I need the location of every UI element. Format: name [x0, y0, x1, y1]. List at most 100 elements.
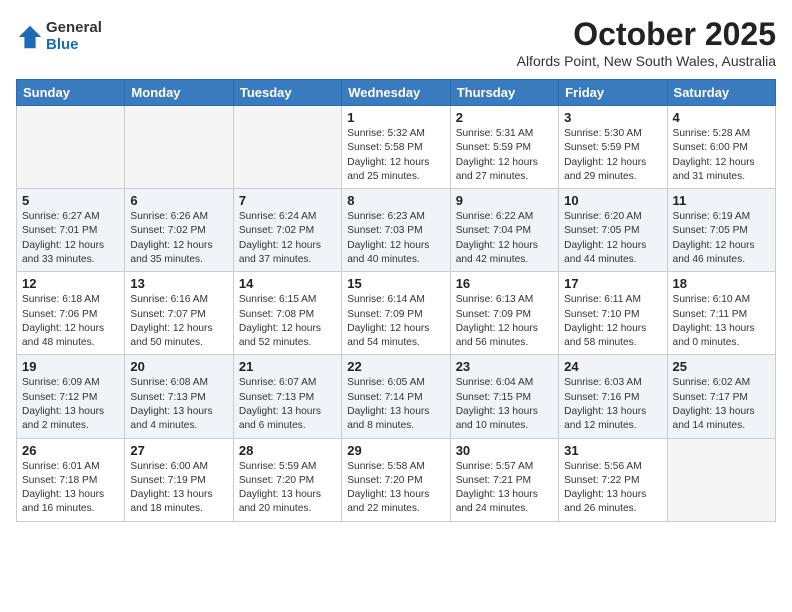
table-row: 31 Sunrise: 5:56 AM Sunset: 7:22 PM Dayli…: [559, 438, 667, 521]
table-row: 4 Sunrise: 5:28 AM Sunset: 6:00 PM Daylig…: [667, 106, 775, 189]
day-info: Sunrise: 6:13 AM Sunset: 7:09 PM Dayligh…: [456, 293, 553, 350]
day-number: 4: [673, 110, 770, 125]
day-number: 17: [564, 276, 661, 291]
day-number: 12: [22, 276, 119, 291]
logo-icon: [16, 23, 44, 51]
day-info: Sunrise: 6:20 AM Sunset: 7:05 PM Dayligh…: [564, 210, 661, 267]
day-number: 1: [347, 110, 444, 125]
day-number: 13: [130, 276, 227, 291]
day-info: Sunrise: 6:11 AM Sunset: 7:10 PM Dayligh…: [564, 293, 661, 350]
header-sunday: Sunday: [17, 80, 125, 106]
header-monday: Monday: [125, 80, 233, 106]
day-number: 15: [347, 276, 444, 291]
location: Alfords Point, New South Wales, Australi…: [517, 53, 776, 69]
day-number: 3: [564, 110, 661, 125]
day-info: Sunrise: 6:14 AM Sunset: 7:09 PM Dayligh…: [347, 293, 444, 350]
page-header: General Blue October 2025 Alfords Point,…: [16, 16, 776, 69]
day-info: Sunrise: 6:15 AM Sunset: 7:08 PM Dayligh…: [239, 293, 336, 350]
day-info: Sunrise: 6:18 AM Sunset: 7:06 PM Dayligh…: [22, 293, 119, 350]
day-number: 10: [564, 193, 661, 208]
calendar-week-row: 1 Sunrise: 5:32 AM Sunset: 5:58 PM Daylig…: [17, 106, 776, 189]
day-number: 23: [456, 359, 553, 374]
table-row: 16 Sunrise: 6:13 AM Sunset: 7:09 PM Dayli…: [450, 272, 558, 355]
month-title: October 2025: [517, 16, 776, 53]
day-number: 30: [456, 443, 553, 458]
table-row: 27 Sunrise: 6:00 AM Sunset: 7:19 PM Dayli…: [125, 438, 233, 521]
table-row: 6 Sunrise: 6:26 AM Sunset: 7:02 PM Daylig…: [125, 189, 233, 272]
logo: General Blue: [16, 20, 102, 53]
day-number: 20: [130, 359, 227, 374]
day-info: Sunrise: 5:58 AM Sunset: 7:20 PM Dayligh…: [347, 460, 444, 517]
table-row: 19Sunrise: 6:09 AM Sunset: 7:12 PM Dayli…: [17, 355, 125, 438]
table-row: 29 Sunrise: 5:58 AM Sunset: 7:20 PM Dayli…: [342, 438, 450, 521]
header-friday: Friday: [559, 80, 667, 106]
day-number: 6: [130, 193, 227, 208]
table-row: 25Sunrise: 6:02 AM Sunset: 7:17 PM Dayli…: [667, 355, 775, 438]
table-row: 2 Sunrise: 5:31 AM Sunset: 5:59 PM Daylig…: [450, 106, 558, 189]
day-info: Sunrise: 6:07 AM Sunset: 7:13 PM Dayligh…: [239, 376, 336, 433]
day-number: 11: [673, 193, 770, 208]
day-number: 29: [347, 443, 444, 458]
table-row: 1 Sunrise: 5:32 AM Sunset: 5:58 PM Daylig…: [342, 106, 450, 189]
table-row: 22Sunrise: 6:05 AM Sunset: 7:14 PM Dayli…: [342, 355, 450, 438]
day-info: Sunrise: 5:32 AM Sunset: 5:58 PM Dayligh…: [347, 127, 444, 184]
table-row: 5 Sunrise: 6:27 AM Sunset: 7:01 PM Daylig…: [17, 189, 125, 272]
day-info: Sunrise: 5:59 AM Sunset: 7:20 PM Dayligh…: [239, 460, 336, 517]
calendar-week-row: 12 Sunrise: 6:18 AM Sunset: 7:06 PM Dayli…: [17, 272, 776, 355]
day-info: Sunrise: 6:03 AM Sunset: 7:16 PM Dayligh…: [564, 376, 661, 433]
day-number: 16: [456, 276, 553, 291]
table-row: 13Sunrise: 6:16 AM Sunset: 7:07 PM Dayli…: [125, 272, 233, 355]
table-row: 20Sunrise: 6:08 AM Sunset: 7:13 PM Dayli…: [125, 355, 233, 438]
day-number: 31: [564, 443, 661, 458]
day-number: 27: [130, 443, 227, 458]
day-info: Sunrise: 6:01 AM Sunset: 7:18 PM Dayligh…: [22, 460, 119, 517]
calendar-table: Sunday Monday Tuesday Wednesday Thursday…: [16, 79, 776, 522]
day-number: 7: [239, 193, 336, 208]
table-row: [125, 106, 233, 189]
day-number: 22: [347, 359, 444, 374]
table-row: 3 Sunrise: 5:30 AM Sunset: 5:59 PM Daylig…: [559, 106, 667, 189]
day-number: 5: [22, 193, 119, 208]
table-row: 30 Sunrise: 5:57 AM Sunset: 7:21 PM Dayli…: [450, 438, 558, 521]
day-info: Sunrise: 5:28 AM Sunset: 6:00 PM Dayligh…: [673, 127, 770, 184]
table-row: 23 Sunrise: 6:04 AM Sunset: 7:15 PM Dayli…: [450, 355, 558, 438]
day-info: Sunrise: 6:10 AM Sunset: 7:11 PM Dayligh…: [673, 293, 770, 350]
table-row: [233, 106, 341, 189]
day-info: Sunrise: 5:57 AM Sunset: 7:21 PM Dayligh…: [456, 460, 553, 517]
table-row: 9Sunrise: 6:22 AM Sunset: 7:04 PM Daylig…: [450, 189, 558, 272]
day-info: Sunrise: 6:24 AM Sunset: 7:02 PM Dayligh…: [239, 210, 336, 267]
header-thursday: Thursday: [450, 80, 558, 106]
table-row: 15 Sunrise: 6:14 AM Sunset: 7:09 PM Dayli…: [342, 272, 450, 355]
day-info: Sunrise: 5:30 AM Sunset: 5:59 PM Dayligh…: [564, 127, 661, 184]
table-row: 24 Sunrise: 6:03 AM Sunset: 7:16 PM Dayli…: [559, 355, 667, 438]
table-row: [667, 438, 775, 521]
calendar-week-row: 5 Sunrise: 6:27 AM Sunset: 7:01 PM Daylig…: [17, 189, 776, 272]
day-info: Sunrise: 6:02 AM Sunset: 7:17 PM Dayligh…: [673, 376, 770, 433]
title-block: October 2025 Alfords Point, New South Wa…: [517, 16, 776, 69]
day-info: Sunrise: 6:26 AM Sunset: 7:02 PM Dayligh…: [130, 210, 227, 267]
logo-general: General: [46, 20, 102, 37]
day-number: 18: [673, 276, 770, 291]
weekday-header-row: Sunday Monday Tuesday Wednesday Thursday…: [17, 80, 776, 106]
day-info: Sunrise: 6:27 AM Sunset: 7:01 PM Dayligh…: [22, 210, 119, 267]
header-tuesday: Tuesday: [233, 80, 341, 106]
table-row: 21Sunrise: 6:07 AM Sunset: 7:13 PM Dayli…: [233, 355, 341, 438]
table-row: 10 Sunrise: 6:20 AM Sunset: 7:05 PM Dayli…: [559, 189, 667, 272]
table-row: 14 Sunrise: 6:15 AM Sunset: 7:08 PM Dayli…: [233, 272, 341, 355]
header-wednesday: Wednesday: [342, 80, 450, 106]
table-row: 12 Sunrise: 6:18 AM Sunset: 7:06 PM Dayli…: [17, 272, 125, 355]
table-row: 26Sunrise: 6:01 AM Sunset: 7:18 PM Dayli…: [17, 438, 125, 521]
day-number: 28: [239, 443, 336, 458]
calendar-week-row: 26Sunrise: 6:01 AM Sunset: 7:18 PM Dayli…: [17, 438, 776, 521]
day-number: 24: [564, 359, 661, 374]
table-row: [17, 106, 125, 189]
logo-text: General Blue: [46, 20, 102, 53]
day-number: 14: [239, 276, 336, 291]
day-number: 2: [456, 110, 553, 125]
day-number: 9: [456, 193, 553, 208]
table-row: 17 Sunrise: 6:11 AM Sunset: 7:10 PM Dayli…: [559, 272, 667, 355]
day-info: Sunrise: 6:04 AM Sunset: 7:15 PM Dayligh…: [456, 376, 553, 433]
day-info: Sunrise: 5:56 AM Sunset: 7:22 PM Dayligh…: [564, 460, 661, 517]
day-info: Sunrise: 6:00 AM Sunset: 7:19 PM Dayligh…: [130, 460, 227, 517]
day-info: Sunrise: 5:31 AM Sunset: 5:59 PM Dayligh…: [456, 127, 553, 184]
